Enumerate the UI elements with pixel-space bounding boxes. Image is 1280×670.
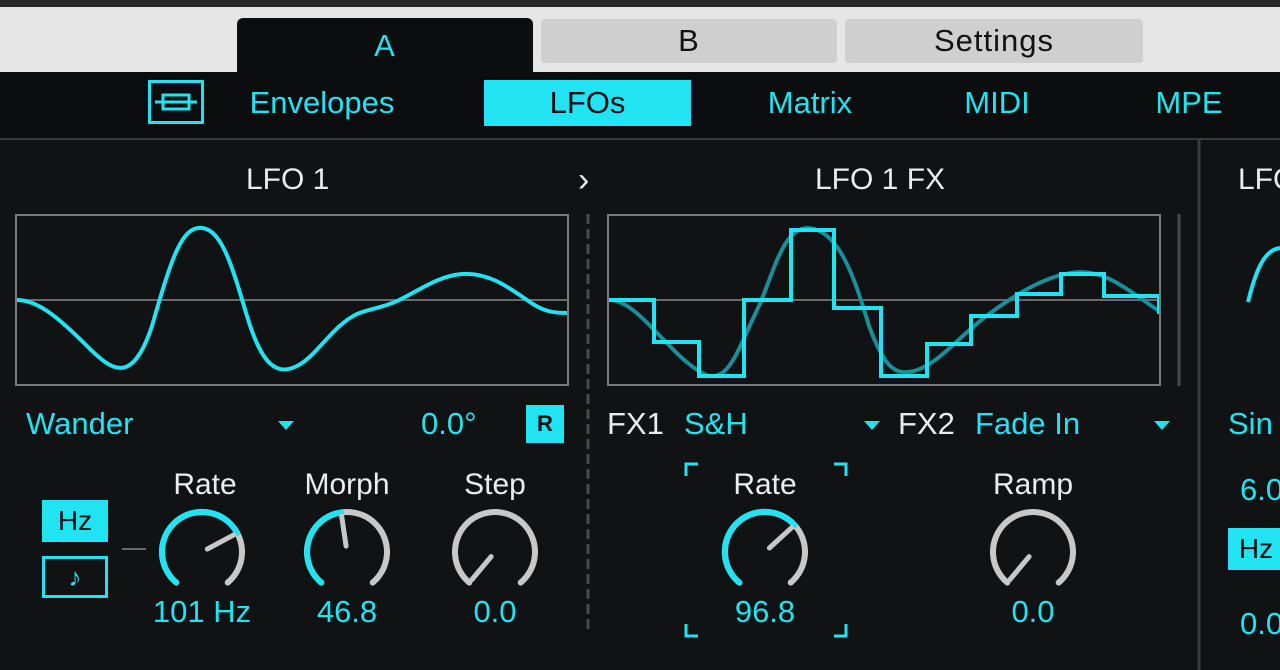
lfo2-rate-value[interactable]: 6.0 <box>1240 470 1280 510</box>
rate-knob[interactable] <box>152 504 252 600</box>
lfo1-shape-dropdown[interactable]: Wander <box>26 404 133 444</box>
subnav-mpe[interactable]: MPE <box>1144 80 1234 126</box>
tab-b[interactable]: B <box>541 19 837 63</box>
subnav-envelopes[interactable]: Envelopes <box>228 80 416 126</box>
expand-fx-arrow[interactable]: › <box>578 160 589 200</box>
lfo2-divider <box>1197 140 1201 670</box>
lfo2-title: LFO <box>1238 163 1280 196</box>
fx-rate-selection-brackets <box>684 462 848 638</box>
ramp-knob[interactable] <box>983 504 1083 600</box>
fx1-type-dropdown[interactable]: S&H <box>684 404 748 444</box>
knob-value-arc <box>304 509 345 586</box>
chevron-down-icon[interactable] <box>864 421 880 430</box>
lfo1-waveform-display[interactable] <box>15 214 569 386</box>
lfo2-amount-value[interactable]: 0.0 <box>1240 604 1280 644</box>
lfo2-waveform[interactable] <box>1244 230 1280 310</box>
knob-pointer <box>339 513 349 549</box>
lfo1-fx-waveform <box>608 226 1161 379</box>
collapse-icon <box>155 93 197 111</box>
knob-track <box>990 508 1076 586</box>
lfo1-title: LFO 1 <box>246 163 330 196</box>
ramp-knob-label: Ramp <box>992 468 1074 501</box>
knob-pointer <box>204 532 237 552</box>
morph-knob[interactable] <box>297 504 397 600</box>
section-divider <box>586 214 590 634</box>
lfo1-phase-value[interactable]: 0.0° <box>421 404 477 444</box>
panel-toggle-button[interactable] <box>148 80 204 124</box>
fx1-label: FX1 <box>607 406 664 441</box>
unit-link-line <box>122 548 146 550</box>
lfo2-shape-dropdown[interactable]: Sin <box>1228 404 1273 444</box>
fx-scope-divider <box>1177 214 1181 386</box>
lfo1-fx-waveform-display[interactable] <box>607 214 1161 386</box>
fx2-label: FX2 <box>898 406 955 441</box>
fx2-type-dropdown[interactable]: Fade In <box>975 404 1080 444</box>
subnav-midi[interactable]: MIDI <box>950 80 1044 126</box>
step-knob-label: Step <box>464 468 526 501</box>
subnav-lfos[interactable]: LFOs <box>484 80 691 126</box>
knob-value-arc <box>158 508 241 586</box>
tab-a[interactable]: A <box>237 18 533 74</box>
retrigger-button[interactable]: R <box>526 405 564 443</box>
subnav-matrix[interactable]: Matrix <box>748 80 872 126</box>
chevron-down-icon[interactable] <box>278 421 294 430</box>
knob-track <box>452 508 538 586</box>
rate-knob-label: Rate <box>173 468 237 501</box>
tab-settings[interactable]: Settings <box>845 19 1143 63</box>
rate-sync-button[interactable]: ♪ <box>42 556 108 598</box>
lfo1-fx-title: LFO 1 FX <box>815 163 946 196</box>
step-knob[interactable] <box>445 504 545 600</box>
lfo2-hz-button[interactable]: Hz <box>1228 528 1280 570</box>
morph-knob-label: Morph <box>304 468 390 501</box>
rate-hz-button[interactable]: Hz <box>42 500 108 542</box>
chevron-down-icon[interactable] <box>1154 421 1170 430</box>
knob-pointer <box>469 554 494 583</box>
knob-pointer <box>1007 554 1032 583</box>
lfo1-waveform <box>16 225 568 372</box>
